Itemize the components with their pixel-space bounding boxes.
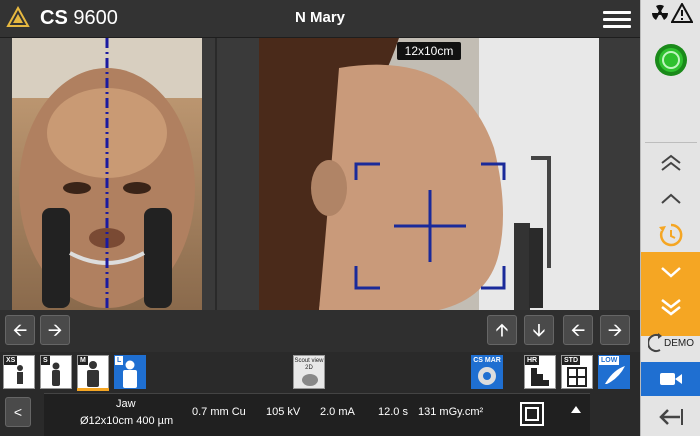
resolution-low-button[interactable]: LOW	[598, 355, 630, 389]
camera-button[interactable]	[641, 362, 700, 396]
warning-icon[interactable]	[671, 3, 693, 23]
demo-label: DEMO	[664, 337, 694, 349]
size-s-tag: S	[41, 356, 50, 365]
cs-mar-label: CS MAR	[473, 357, 501, 364]
demo-button[interactable]: DEMO	[641, 325, 700, 361]
demo-icon	[648, 333, 662, 352]
scout-view-button[interactable]: Scout view 2D	[293, 355, 325, 389]
patient-name: N Mary	[294, 9, 346, 26]
positioning-controls: 🡨 🡪 🡩 🡫 🡨 🡪	[0, 310, 640, 352]
move-down-button[interactable]: 🡫	[524, 315, 554, 345]
acquisition-parameters[interactable]: Jaw Ø12x10cm 400 µm 0.7 mm Cu 105 kV 2.0…	[44, 393, 590, 436]
size-xs-tag: XS	[4, 356, 18, 365]
patient-size-l-button[interactable]: L	[114, 355, 146, 389]
frontal-camera-image	[12, 38, 202, 310]
arrow-down-icon: 🡫	[532, 320, 546, 340]
low-tag: LOW	[599, 356, 620, 365]
fast-down-button[interactable]	[641, 292, 700, 322]
move-right-button[interactable]: 🡪	[40, 315, 70, 345]
size-m-tag: M	[78, 356, 88, 365]
status-led-icon	[655, 44, 687, 76]
reset-height-button[interactable]	[641, 220, 700, 250]
exit-arrow-icon	[659, 409, 683, 425]
patient-size-s-button[interactable]: S	[40, 355, 72, 389]
fast-up-button[interactable]	[641, 148, 700, 178]
arrow-left-icon: 🡨	[570, 320, 586, 340]
tooth-metal-icon	[478, 367, 496, 385]
right-sidebar: DEMO	[640, 0, 700, 436]
arrow-up-icon: 🡩	[495, 320, 509, 340]
time-value: 12.0 s	[378, 406, 408, 418]
collapse-panel-button[interactable]: <	[5, 397, 31, 427]
status-icons	[641, 2, 700, 24]
region-value: Jaw	[116, 398, 136, 410]
resolution-std-button[interactable]: STD	[561, 355, 593, 389]
radiation-icon	[651, 4, 669, 20]
move-left-button[interactable]: 🡨	[5, 315, 35, 345]
chevron-down-icon	[661, 267, 681, 278]
frontal-camera-pane	[0, 38, 215, 310]
current-value: 2.0 mA	[320, 406, 355, 418]
top-bar: CS 9600 N Mary	[0, 0, 640, 38]
size-l-tag: L	[115, 356, 124, 365]
lateral-camera-pane: 12x10cm	[217, 38, 640, 310]
chevron-up-icon[interactable]	[570, 404, 582, 414]
rotate-right-button[interactable]: 🡪	[600, 315, 630, 345]
program-selector: XS S M L Scout view 2D CS MAR HR STD LOW	[0, 352, 640, 392]
patient-size-m-button[interactable]: M	[77, 355, 109, 389]
dose-value: 131 mGy.cm²	[418, 406, 484, 418]
lateral-camera-image	[259, 38, 599, 310]
ready-status-indicator	[641, 40, 700, 80]
model-label: 9600	[73, 7, 118, 29]
resolution-hr-button[interactable]: HR	[524, 355, 556, 389]
menu-icon[interactable]	[603, 11, 631, 29]
scout-view-sub: 2D	[305, 365, 313, 371]
scout-view-label: Scout view	[294, 358, 324, 364]
move-up-button[interactable]: 🡩	[487, 315, 517, 345]
chevron-up-icon	[661, 193, 681, 204]
cs-mar-button[interactable]: CS MAR	[471, 355, 503, 389]
up-button[interactable]	[641, 185, 700, 213]
hr-tag: HR	[525, 356, 540, 365]
down-button[interactable]	[641, 257, 700, 287]
double-chevron-up-icon	[661, 154, 681, 171]
chevron-left-icon: <	[13, 404, 23, 420]
fov-resolution-value: Ø12x10cm 400 µm	[80, 415, 174, 427]
video-camera-icon	[660, 373, 682, 385]
rotate-left-button[interactable]: 🡨	[563, 315, 593, 345]
skull-icon	[302, 374, 318, 386]
std-tag: STD	[562, 356, 580, 365]
arrow-right-icon: 🡪	[607, 320, 623, 340]
logo-icon	[6, 6, 30, 27]
filter-value: 0.7 mm Cu	[192, 406, 246, 418]
exit-button[interactable]	[641, 402, 700, 432]
patient-size-xs-button[interactable]: XS	[3, 355, 35, 389]
voltage-value: 105 kV	[266, 406, 301, 418]
volume-icon	[520, 402, 544, 426]
timer-reset-icon	[659, 223, 683, 247]
arrow-left-icon: 🡨	[12, 320, 28, 340]
fov-label: 12x10cm	[397, 42, 461, 60]
brand-label: CS	[40, 7, 68, 29]
arrow-right-icon: 🡪	[47, 320, 63, 340]
double-chevron-down-icon	[661, 299, 681, 316]
app-title: CS 9600	[40, 7, 118, 30]
selected-size-indicator	[77, 388, 109, 391]
